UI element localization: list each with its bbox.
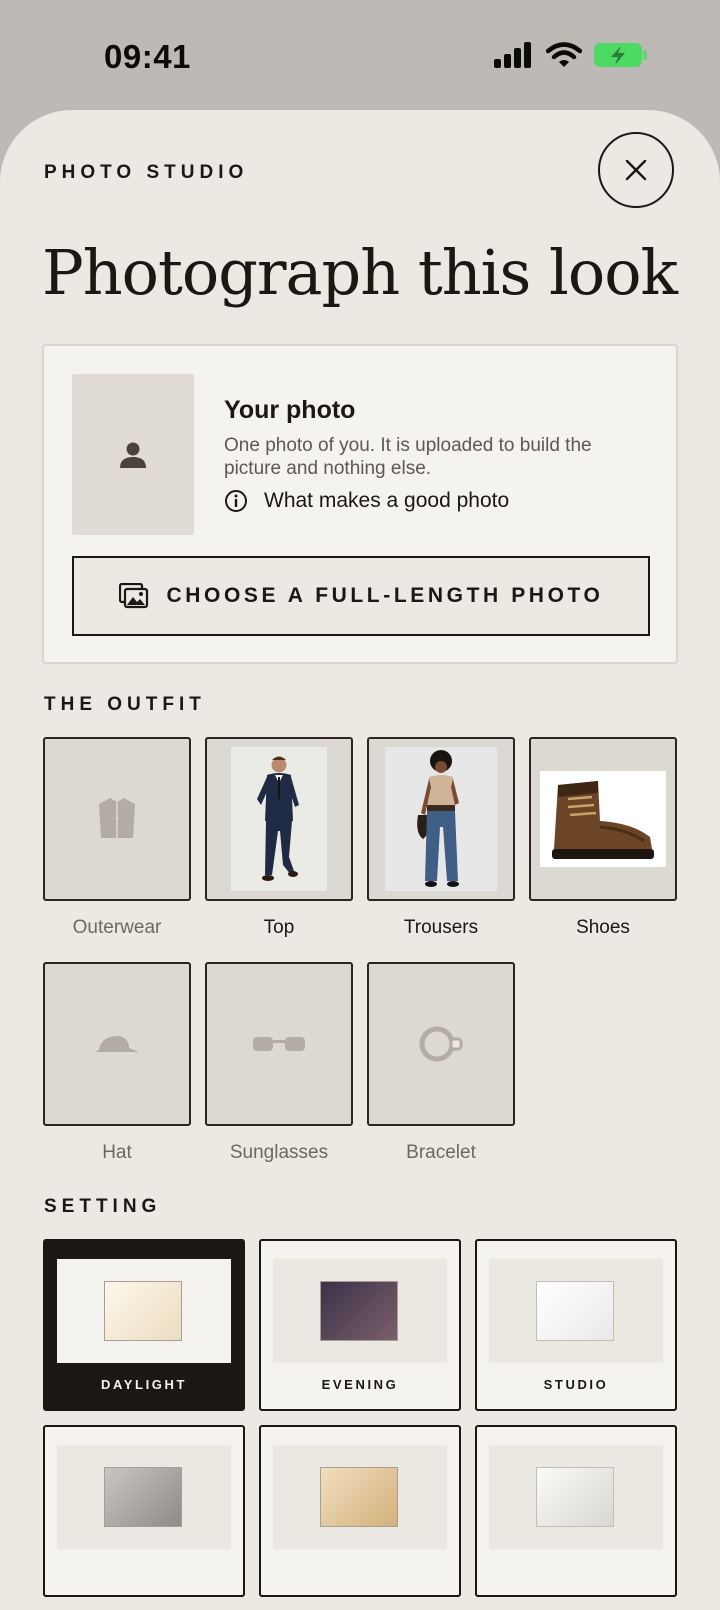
setting-section-title: SETTING — [44, 1196, 162, 1217]
evening-swatch — [320, 1281, 398, 1341]
golden-swatch — [320, 1467, 398, 1527]
outfit-tile-sunglasses[interactable] — [205, 962, 353, 1126]
status-bar: 09:41 — [0, 0, 720, 110]
outfit-label-shoes: Shoes — [576, 917, 630, 938]
good-photo-tips-label: What makes a good photo — [264, 489, 510, 512]
cellular-signal-icon — [494, 42, 531, 68]
person-icon — [120, 442, 146, 468]
suit-photo — [231, 747, 327, 891]
jacket-icon — [99, 798, 135, 838]
outfit-label-outerwear: Outerwear — [72, 917, 162, 938]
setting-option-evening[interactable]: EVENING — [259, 1239, 461, 1411]
outfit-tile-top[interactable] — [205, 737, 353, 901]
outfit-tile-shoes[interactable] — [529, 737, 677, 901]
outfit-tile-hat[interactable] — [43, 962, 191, 1126]
battery-charging-icon — [594, 43, 647, 67]
choose-photo-label: CHOOSE A FULL-LENGTH PHOTO — [166, 584, 604, 607]
info-icon — [225, 490, 247, 512]
your-photo-card: Your photo One photo of you. It is uploa… — [42, 344, 678, 664]
close-button[interactable] — [598, 132, 674, 208]
outfit-label-hat: Hat — [102, 1142, 132, 1163]
outfit-label-top: Top — [263, 917, 295, 938]
outfit-label-bracelet: Bracelet — [406, 1142, 476, 1163]
cap-icon — [95, 1036, 139, 1052]
boot-photo — [540, 771, 666, 867]
status-icons — [494, 42, 648, 68]
wifi-icon — [546, 42, 582, 67]
sheet-eyebrow: PHOTO STUDIO — [44, 162, 249, 183]
outfit-section-title: THE OUTFIT — [44, 694, 206, 715]
studio-swatch — [536, 1281, 614, 1341]
sunglasses-icon — [253, 1037, 305, 1051]
bracelet-icon — [419, 1026, 463, 1062]
your-photo-description: One photo of you. It is uploaded to buil… — [224, 435, 592, 479]
photo-studio-sheet: PHOTO STUDIO Photograph this look Your p… — [0, 110, 720, 1610]
setting-option-6[interactable] — [475, 1425, 677, 1597]
outfit-label-trousers: Trousers — [403, 917, 479, 938]
good-photo-tips-link[interactable]: What makes a good photo — [224, 489, 509, 513]
photo-placeholder[interactable] — [72, 374, 194, 535]
photo-gallery-icon — [118, 583, 148, 609]
setting-label-studio: STUDIO — [543, 1377, 609, 1392]
setting-option-studio[interactable]: STUDIO — [475, 1239, 677, 1411]
outfit-label-sunglasses: Sunglasses — [229, 1142, 329, 1163]
choose-photo-button[interactable]: CHOOSE A FULL-LENGTH PHOTO — [72, 556, 650, 636]
page-title: Photograph this look — [42, 236, 678, 309]
outfit-tile-trousers[interactable] — [367, 737, 515, 901]
grey-swatch — [104, 1467, 182, 1527]
status-time: 09:41 — [104, 38, 191, 75]
setting-option-5[interactable] — [259, 1425, 461, 1597]
outfit-tile-outerwear[interactable] — [43, 737, 191, 901]
close-icon — [625, 159, 647, 181]
setting-option-4[interactable] — [43, 1425, 245, 1597]
setting-option-daylight[interactable]: DAYLIGHT — [43, 1239, 245, 1411]
daylight-swatch — [104, 1281, 182, 1341]
your-photo-title: Your photo — [224, 396, 356, 424]
jeans-photo — [385, 747, 497, 891]
setting-label-evening: EVENING — [321, 1377, 399, 1392]
silver-swatch — [536, 1467, 614, 1527]
outfit-tile-bracelet[interactable] — [367, 962, 515, 1126]
setting-label-daylight: DAYLIGHT — [100, 1377, 188, 1392]
